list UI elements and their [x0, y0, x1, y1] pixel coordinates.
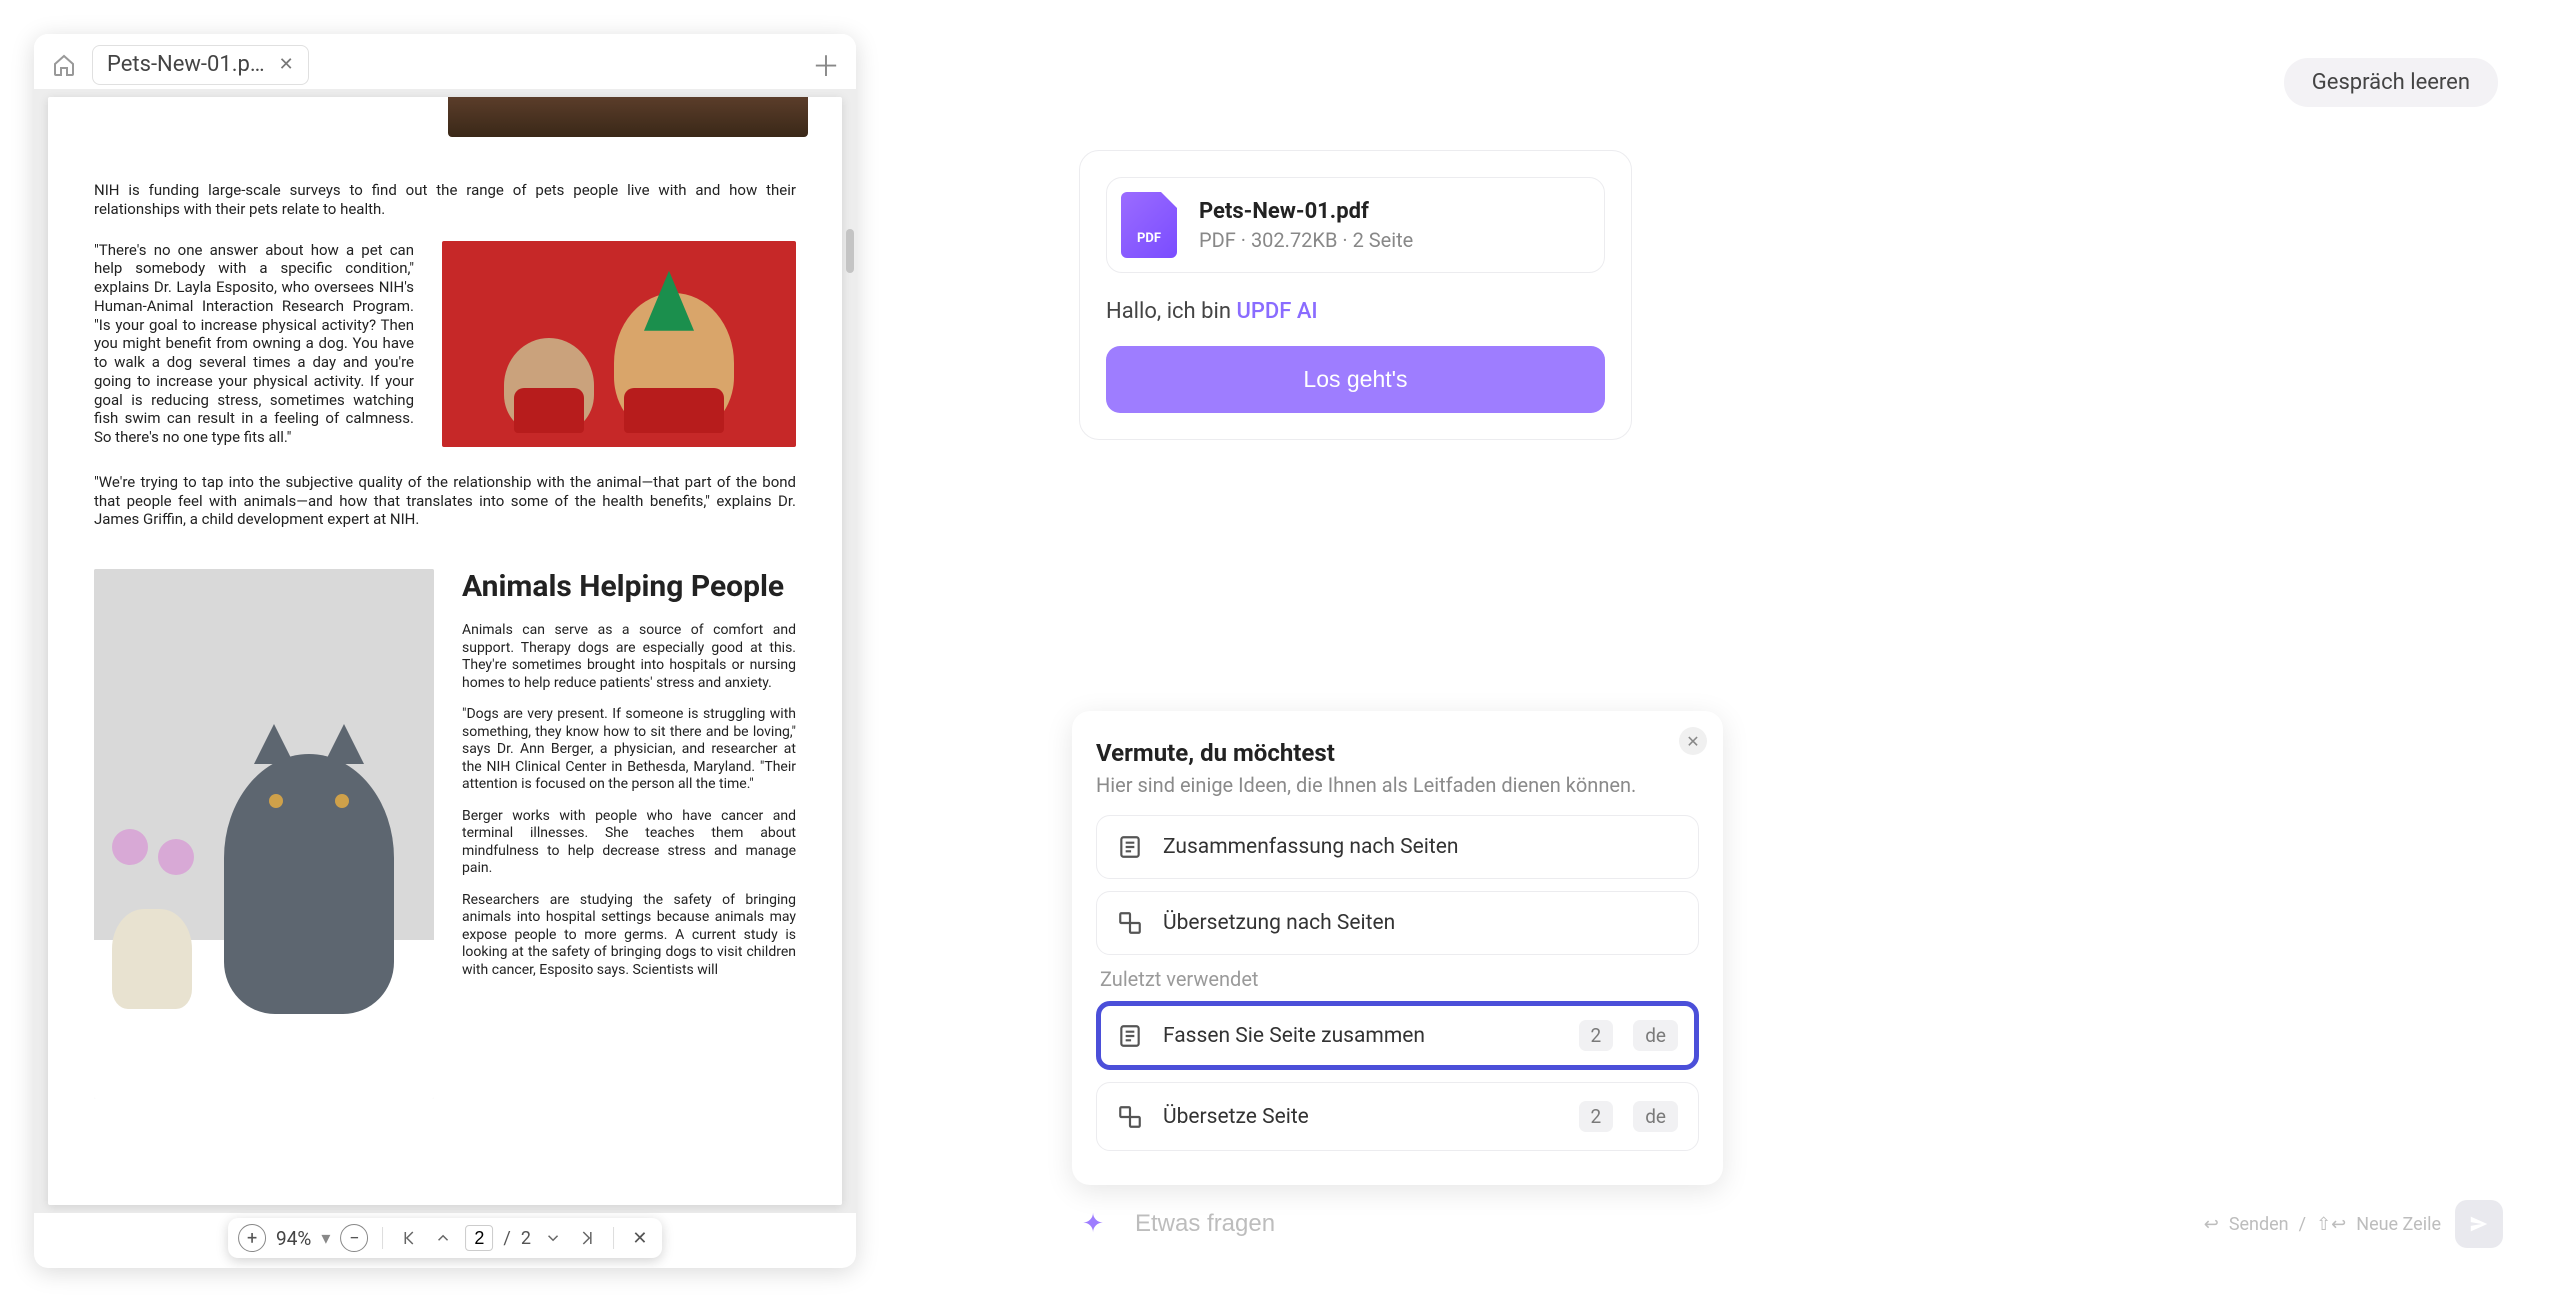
paragraph: "There's no one answer about how a pet c… [94, 241, 414, 447]
scrollbar-thumb[interactable] [846, 229, 854, 273]
image-placeholder-dogs [442, 241, 796, 447]
paragraph: "We're trying to tap into the subjective… [94, 473, 796, 529]
zoom-out-button[interactable]: − [340, 1224, 368, 1252]
suggestions-subtitle: Hier sind einige Ideen, die Ihnen als Le… [1096, 773, 1699, 797]
pdf-page: NIH is funding large-scale surveys to fi… [48, 97, 842, 1205]
suggestion-label: Übersetzung nach Seiten [1163, 911, 1395, 935]
add-tab-button[interactable]: ＋ [806, 45, 846, 85]
page-total: 2 [521, 1228, 531, 1249]
paragraph: Berger works with people who have cancer… [462, 808, 796, 878]
send-button[interactable] [2455, 1200, 2503, 1248]
recent-label: Zuletzt verwendet [1100, 967, 1699, 991]
brand-link[interactable]: UPDF AI [1236, 299, 1317, 324]
suggestions-panel: ✕ Vermute, du möchtest Hier sind einige … [1072, 711, 1723, 1185]
summary-icon [1117, 1023, 1143, 1049]
ask-input-bar: ✦ ↩Senden / ⇧↩Neue Zeile [1073, 1191, 2503, 1257]
zoom-value: 94% [276, 1227, 311, 1250]
paragraph: "Dogs are very present. If someone is st… [462, 706, 796, 794]
suggestions-title: Vermute, du möchtest [1096, 739, 1699, 767]
section-heading: Animals Helping People [462, 569, 796, 604]
lang-badge: de [1633, 1101, 1678, 1132]
keyboard-hints: ↩Senden / ⇧↩Neue Zeile [2204, 1214, 2441, 1235]
greeting-prefix: Hallo, ich bin [1106, 299, 1236, 324]
page-scroll-area[interactable]: NIH is funding large-scale surveys to fi… [34, 89, 856, 1213]
ai-spark-icon[interactable]: ✦ [1073, 1204, 1113, 1244]
file-name: Pets-New-01.pdf [1199, 199, 1413, 224]
suggestion-summarize-page[interactable]: Fassen Sie Seite zusammen 2 de [1096, 1001, 1699, 1070]
next-page-button[interactable] [541, 1226, 565, 1250]
summary-icon [1117, 834, 1143, 860]
suggestion-translate-pages[interactable]: Übersetzung nach Seiten [1096, 891, 1699, 955]
lang-badge: de [1633, 1020, 1678, 1051]
start-button[interactable]: Los geht's [1106, 346, 1605, 413]
ask-input[interactable] [1135, 1210, 2182, 1238]
paragraph: Researchers are studying the safety of b… [462, 892, 796, 980]
tab-bar: Pets-New-01.p… ✕ ＋ [34, 34, 856, 89]
zoom-dropdown-icon[interactable]: ▾ [321, 1228, 330, 1249]
translate-icon [1117, 1104, 1143, 1130]
greeting-text: Hallo, ich bin UPDF AI [1106, 299, 1605, 324]
image-placeholder-cat [94, 569, 434, 1099]
page-number-input[interactable] [465, 1225, 493, 1251]
file-attachment: Pets-New-01.pdf PDF · 302.72KB · 2 Seite [1106, 177, 1605, 273]
translate-icon [1117, 910, 1143, 936]
prev-page-button[interactable] [431, 1226, 455, 1250]
zoom-in-button[interactable]: + [238, 1224, 266, 1252]
pdf-toolbar: + 94% ▾ − / 2 ✕ [228, 1218, 662, 1258]
home-button[interactable] [44, 45, 84, 85]
file-meta: PDF · 302.72KB · 2 Seite [1199, 228, 1413, 252]
last-page-button[interactable] [575, 1226, 599, 1250]
file-info-card: Pets-New-01.pdf PDF · 302.72KB · 2 Seite… [1079, 150, 1632, 440]
page-badge: 2 [1579, 1020, 1614, 1051]
hint-send: Senden [2229, 1214, 2289, 1235]
hint-sep: / [2299, 1214, 2306, 1235]
pdf-viewer-pane: Pets-New-01.p… ✕ ＋ NIH is funding large-… [34, 34, 856, 1268]
paragraph: NIH is funding large-scale surveys to fi… [94, 181, 796, 219]
suggestion-translate-page[interactable]: Übersetze Seite 2 de [1096, 1082, 1699, 1151]
first-page-button[interactable] [397, 1226, 421, 1250]
image-placeholder [448, 97, 808, 137]
close-suggestions-icon[interactable]: ✕ [1679, 727, 1707, 755]
pdf-file-icon [1121, 192, 1177, 258]
paragraph: Animals can serve as a source of comfort… [462, 622, 796, 692]
close-toolbar-button[interactable]: ✕ [628, 1226, 652, 1250]
suggestion-label: Übersetze Seite [1163, 1105, 1559, 1129]
file-tab[interactable]: Pets-New-01.p… ✕ [92, 45, 309, 85]
suggestion-label: Fassen Sie Seite zusammen [1163, 1024, 1559, 1048]
clear-conversation-button[interactable]: Gespräch leeren [2284, 58, 2498, 107]
ai-chat-pane: Gespräch leeren Pets-New-01.pdf PDF · 30… [895, 34, 2527, 1267]
close-tab-icon[interactable]: ✕ [279, 54, 294, 75]
hint-newline: Neue Zeile [2356, 1214, 2441, 1235]
suggestion-summary-pages[interactable]: Zusammenfassung nach Seiten [1096, 815, 1699, 879]
tab-title: Pets-New-01.p… [107, 52, 265, 77]
page-badge: 2 [1579, 1101, 1614, 1132]
suggestion-label: Zusammenfassung nach Seiten [1163, 835, 1458, 859]
page-separator: / [503, 1228, 510, 1249]
